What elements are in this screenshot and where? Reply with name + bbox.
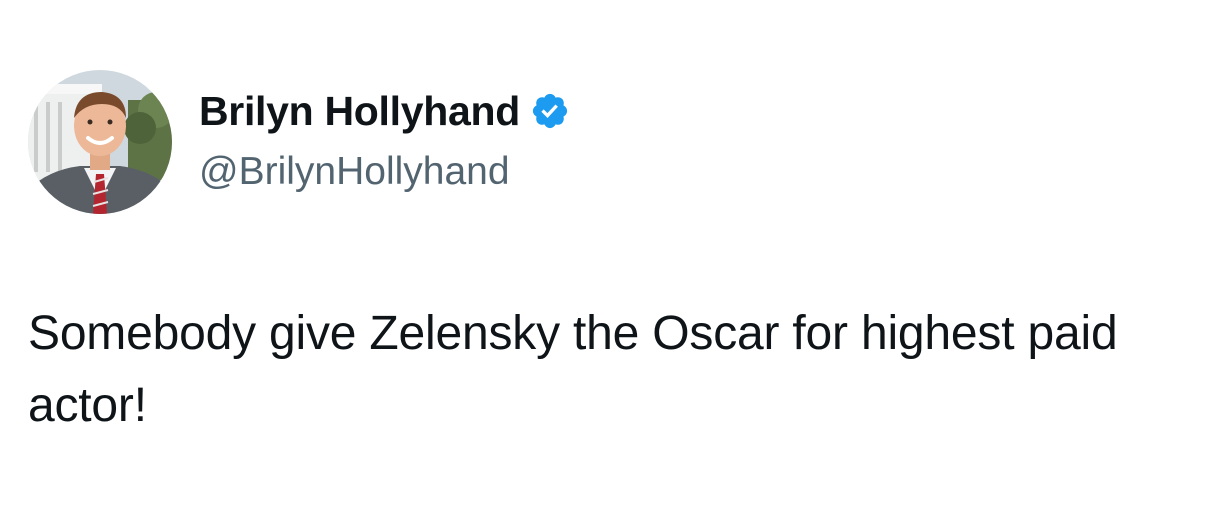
verified-badge-icon[interactable] — [530, 91, 570, 131]
avatar[interactable] — [28, 70, 172, 214]
author-display-name[interactable]: Brilyn Hollyhand — [199, 86, 520, 136]
author-name-row: Brilyn Hollyhand — [199, 86, 570, 136]
author-handle[interactable]: @BrilynHollyhand — [199, 148, 510, 196]
tweet-card: Brilyn Hollyhand @BrilynHollyhand Somebo… — [0, 0, 1206, 517]
tweet-text: Somebody give Zelensky the Oscar for hig… — [28, 307, 1118, 432]
profile-photo-icon — [28, 70, 172, 214]
